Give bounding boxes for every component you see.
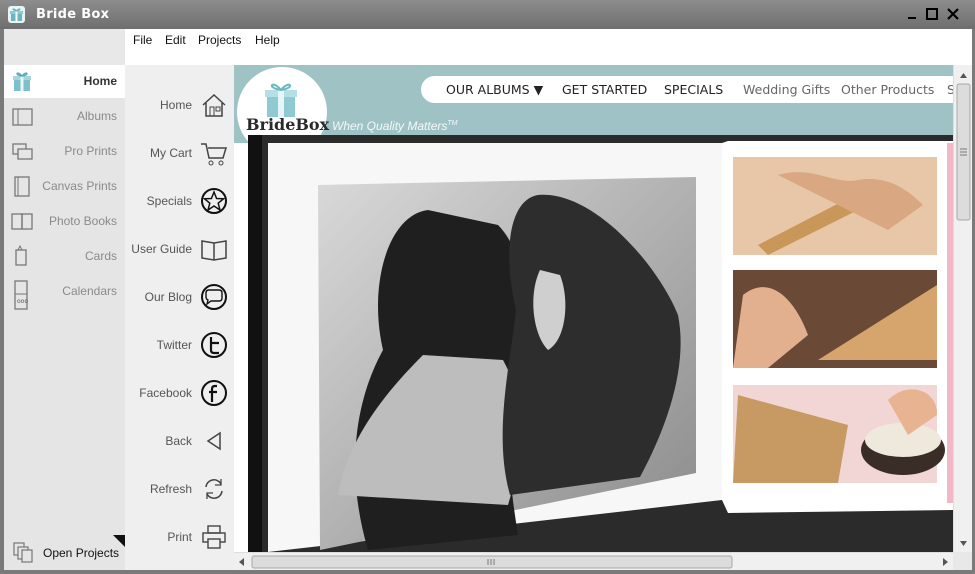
site-tagline: When Quality MattersTM <box>332 119 457 133</box>
site-nav: OUR ALBUMS ▼ GET STARTED SPECIALS Weddin… <box>421 76 953 103</box>
menu-edit[interactable]: Edit <box>165 33 186 47</box>
minimize-button[interactable] <box>905 7 919 21</box>
nav-label: Specials <box>146 194 192 208</box>
album-preview-image <box>248 135 953 552</box>
star-icon <box>201 188 227 214</box>
scrollbar-corner <box>953 552 972 570</box>
book-icon <box>201 240 227 261</box>
nav-refresh[interactable]: Refresh <box>125 471 234 511</box>
nav-label: Refresh <box>149 482 192 496</box>
site-nav-get-started[interactable]: GET STARTED <box>562 82 647 97</box>
window-title: Bride Box <box>36 7 110 22</box>
scroll-left-arrow-icon[interactable] <box>239 558 244 566</box>
sidebar-item-label: Pro Prints <box>64 144 117 158</box>
nav-back[interactable]: Back <box>125 423 234 463</box>
sidebar-item-label: Photo Books <box>48 214 117 228</box>
maximize-button[interactable] <box>925 7 939 21</box>
nav-label: Back <box>165 434 192 448</box>
menu-help[interactable]: Help <box>255 33 280 47</box>
vertical-scrollbar[interactable] <box>953 65 973 552</box>
refresh-icon <box>205 479 223 499</box>
scroll-up-arrow-icon[interactable] <box>960 73 967 78</box>
nav-home[interactable]: Home <box>125 87 234 127</box>
sidebar-header <box>4 29 125 65</box>
window-frame-left <box>0 29 4 574</box>
album-icon <box>12 108 33 126</box>
open-projects-label: Open Projects <box>43 546 120 560</box>
sidebar-item-label: Home <box>83 74 117 88</box>
prints-icon <box>12 143 33 160</box>
back-icon <box>206 431 221 451</box>
calendar-icon: ooo <box>14 280 28 310</box>
canvas-icon <box>14 176 30 197</box>
sidebar-item-photo-books[interactable]: Photo Books <box>4 205 125 238</box>
facebook-icon <box>201 380 227 406</box>
nav-our-blog[interactable]: Our Blog <box>125 279 234 319</box>
nav-label: Print <box>167 530 192 544</box>
sidebar-item-albums[interactable]: Albums <box>4 100 125 133</box>
corner-triangle-icon <box>113 535 125 547</box>
nav-label: Home <box>159 98 192 112</box>
nav-label: Facebook <box>139 386 192 400</box>
title-bar: Bride Box <box>0 0 975 29</box>
nav-facebook[interactable]: Facebook <box>125 375 234 415</box>
logo-gift-icon <box>265 83 297 117</box>
nav-print[interactable]: Print <box>125 519 234 559</box>
site-nav-wedding-gifts[interactable]: Wedding Gifts <box>743 82 830 97</box>
nav-label: My Cart <box>150 146 192 160</box>
nav-label: Our Blog <box>144 290 192 304</box>
menu-bar: File Edit Projects Help <box>125 29 972 65</box>
web-view: OUR ALBUMS ▼ GET STARTED SPECIALS Weddin… <box>234 65 953 552</box>
sidebar-item-label: Cards <box>84 249 117 263</box>
svg-text:ooo: ooo <box>17 298 28 305</box>
open-projects-button[interactable]: Open Projects <box>4 535 125 570</box>
printer-icon <box>202 525 226 549</box>
app-gift-icon <box>8 6 25 23</box>
nav-label: User Guide <box>131 242 192 256</box>
sidebar-item-pro-prints[interactable]: Pro Prints <box>4 135 125 168</box>
nav-twitter[interactable]: Twitter <box>125 327 234 367</box>
logo-text: BrideBox <box>246 115 330 134</box>
sidebar-item-label: Albums <box>76 109 117 123</box>
tagline-text: When Quality Matters <box>332 119 448 133</box>
product-sidebar: Home Albums Pro Prints Canvas Prints Pho… <box>4 65 125 570</box>
site-nav-specials[interactable]: SPECIALS <box>664 82 723 97</box>
sidebar-item-label: Canvas Prints <box>42 179 117 193</box>
sidebar-item-canvas-prints[interactable]: Canvas Prints <box>4 170 125 203</box>
sidebar-item-home[interactable]: Home <box>4 65 125 98</box>
twitter-icon <box>201 332 227 358</box>
projects-icon <box>13 542 33 563</box>
window-frame-bottom <box>0 570 975 574</box>
menu-file[interactable]: File <box>133 33 152 47</box>
gift-icon <box>13 72 31 91</box>
sidebar-item-cards[interactable]: Cards <box>4 240 125 273</box>
chat-icon <box>201 284 227 310</box>
nav-user-guide[interactable]: User Guide <box>125 231 234 271</box>
navigation-column: Home My Cart Specials User Guide Our Blo… <box>125 65 234 570</box>
scroll-right-arrow-icon[interactable] <box>943 558 948 566</box>
sidebar-item-calendars[interactable]: ooo Calendars <box>4 275 125 310</box>
card-icon <box>15 244 27 266</box>
nav-label: Twitter <box>156 338 192 352</box>
cart-icon <box>201 143 228 166</box>
site-nav-our-albums[interactable]: OUR ALBUMS ▼ <box>446 82 543 97</box>
nav-specials[interactable]: Specials <box>125 183 234 223</box>
menu-projects[interactable]: Projects <box>198 33 241 47</box>
trademark-mark: TM <box>447 120 458 127</box>
scroll-down-arrow-icon[interactable] <box>960 541 967 546</box>
close-button[interactable] <box>946 7 960 21</box>
sidebar-item-label: Calendars <box>62 284 117 298</box>
horizontal-scrollbar[interactable] <box>234 552 953 571</box>
photobook-icon <box>11 213 33 230</box>
house-icon <box>202 93 226 117</box>
site-nav-other-products[interactable]: Other Products <box>841 82 934 97</box>
nav-my-cart[interactable]: My Cart <box>125 135 234 175</box>
horizontal-scroll-thumb[interactable] <box>251 555 733 569</box>
